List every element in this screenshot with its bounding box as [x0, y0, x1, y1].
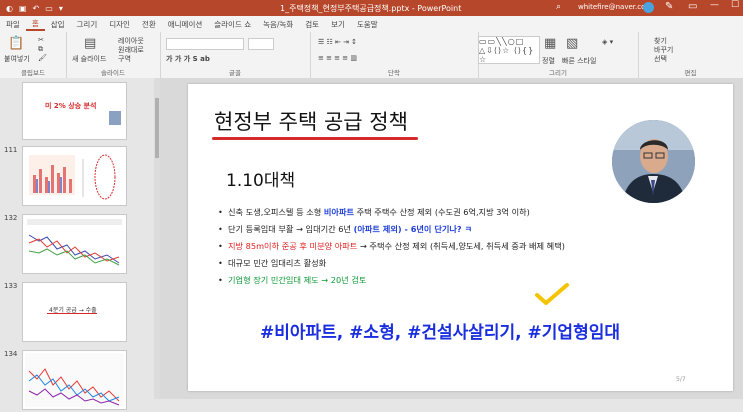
- editing-group: 찾기 바꾸기 선택 편집: [638, 32, 743, 78]
- thumbnail-underline: [47, 313, 97, 314]
- thumbnail-chart: [29, 154, 116, 200]
- font-label: 글꼴: [229, 69, 241, 77]
- clipboard-group: 📋 붙여넣기 ✂ ⧉ 🖌 클립보드: [0, 32, 67, 78]
- bold-icon[interactable]: 가 가 가 S ab: [166, 54, 210, 64]
- drawing-label: 그리기: [549, 69, 567, 77]
- tab-draw[interactable]: 그리기: [71, 19, 104, 30]
- slide-thumbnail-pane: 미 2% 상승 분석 111 132 133 4분기 공급 → 수출 134: [0, 78, 160, 410]
- paste-icon[interactable]: 📋: [8, 36, 24, 51]
- format-painter-icon[interactable]: 🖌: [38, 54, 47, 62]
- title-bar: ◐ ▣ ↶ ▭ ▾ 1_주택정책_현정부주택공급정책.pptx - PowerP…: [0, 0, 743, 16]
- scrollbar-thumb[interactable]: [155, 98, 159, 158]
- slide-title[interactable]: 현정부 주택 공급 정책: [214, 106, 408, 136]
- slide-thumbnail[interactable]: 4분기 공급 → 수출: [22, 282, 127, 342]
- slides-group: ▤ 새 슬라이드 레이아웃 원래대로 구역 슬라이드: [66, 32, 161, 78]
- bullet-item[interactable]: • 기업형 장기 민간임대 제도 → 20년 검토: [218, 274, 366, 286]
- save-icon[interactable]: ▣: [19, 4, 27, 13]
- bullet-item[interactable]: • 지방 85m이하 준공 후 미분양 아파트 → 주택수 산정 제외 (취득세,…: [218, 240, 565, 252]
- thumbnail-chart: [25, 353, 124, 407]
- search-icon[interactable]: ⌕: [556, 2, 561, 12]
- customize-quick-access-icon[interactable]: ▾: [59, 4, 63, 13]
- tab-review[interactable]: 검토: [299, 19, 325, 30]
- slide-number: 134: [4, 350, 18, 358]
- slides-label: 슬라이드: [101, 69, 125, 77]
- minister-photo[interactable]: [612, 120, 695, 203]
- account-name[interactable]: whitefire@naver.com: [578, 3, 652, 11]
- undo-icon[interactable]: ↶: [33, 4, 40, 13]
- copy-icon[interactable]: ⧉: [38, 45, 43, 54]
- title-underline: [212, 137, 418, 140]
- ribbon-display-icon[interactable]: ▭: [688, 1, 697, 12]
- autosave-icon[interactable]: ◐: [6, 4, 13, 13]
- minimize-button[interactable]: —: [710, 0, 719, 10]
- new-slide-button[interactable]: 새 슬라이드: [72, 54, 106, 64]
- current-slide[interactable]: 현정부 주택 공급 정책 1.10대책 • 신축 도생,오피스텔 등 소형 비아파…: [188, 84, 733, 391]
- paragraph-label: 단락: [388, 69, 400, 77]
- paragraph-group: ☰ ☷ ⇤ ⇥ ↕ ≡ ≡ ≡ ≡ ▥ 단락: [310, 32, 479, 78]
- hashtags[interactable]: #비아파트, #소형, #건설사살리기, #기업형임대: [260, 318, 620, 343]
- portrait-image: [612, 120, 695, 203]
- page-number: 5/7: [676, 376, 686, 383]
- tab-design[interactable]: 디자인: [103, 19, 136, 30]
- present-icon[interactable]: ▭: [45, 4, 53, 13]
- tab-animations[interactable]: 애니메이션: [162, 19, 209, 30]
- bullet-dot: •: [218, 207, 223, 217]
- shapes-gallery[interactable]: ▭▭╲╲○□ △⇩⟨⟩☆ ⟨⟩{}☆: [478, 36, 540, 64]
- slide-thumbnail[interactable]: 미 2% 상승 분석: [22, 82, 127, 140]
- thumbnail-image: [109, 111, 121, 125]
- tab-record[interactable]: 녹음/녹화: [257, 19, 299, 30]
- tab-transitions[interactable]: 전환: [136, 19, 162, 30]
- document-title: 1_주택정책_현정부주택공급정책.pptx - PowerPoint: [280, 4, 462, 13]
- section-button[interactable]: 구역: [118, 54, 131, 64]
- quick-styles-button[interactable]: 빠른 스타일: [562, 56, 596, 66]
- arrange-button[interactable]: 정렬: [542, 56, 555, 66]
- quick-styles-icon[interactable]: ▧: [566, 36, 578, 51]
- font-name-field[interactable]: [166, 38, 244, 50]
- new-slide-icon[interactable]: ▤: [84, 36, 96, 51]
- clipboard-label: 클립보드: [21, 69, 45, 77]
- bullet-item[interactable]: • 신축 도생,오피스텔 등 소형 비아파트 주택 주택수 산정 제외 (수도권 …: [218, 206, 530, 218]
- bullet-dot: •: [218, 258, 223, 268]
- maximize-button[interactable]: ☐: [731, 0, 739, 10]
- font-size-field[interactable]: [248, 38, 274, 50]
- drawing-group: ▭▭╲╲○□ △⇩⟨⟩☆ ⟨⟩{}☆ ▦ 정렬 ▧ 빠른 스타일 ◈ ▾ 그리기: [478, 32, 639, 78]
- bullet-item[interactable]: • 단기 등록임대 부활 → 임대기간 6년 (아파트 제외) - 6년이 단기나…: [218, 223, 472, 235]
- bullet-item[interactable]: • 대규모 민간 임대리츠 활성화: [218, 257, 326, 269]
- editing-label: 편집: [684, 69, 697, 77]
- paste-button[interactable]: 붙여넣기: [4, 54, 30, 64]
- slide-number: 132: [4, 214, 18, 222]
- tab-view[interactable]: 보기: [325, 19, 351, 30]
- select-button[interactable]: 선택: [654, 54, 667, 64]
- checkmark-icon: [535, 283, 569, 305]
- bullet-dot: •: [218, 275, 223, 285]
- slide-number: 111: [4, 146, 18, 154]
- font-group: 가 가 가 S ab 글꼴: [160, 32, 311, 78]
- avatar[interactable]: [643, 2, 654, 13]
- thumbnail-chart: [27, 219, 122, 266]
- thumbnail-caption: 미 2% 상승 분석: [45, 102, 97, 110]
- slide-thumbnail[interactable]: [22, 146, 127, 206]
- ribbon: 📋 붙여넣기 ✂ ⧉ 🖌 클립보드 ▤ 새 슬라이드 레이아웃 원래대로 구역 …: [0, 32, 743, 79]
- shape-fill-icon[interactable]: ◈ ▾: [602, 38, 613, 46]
- slide-thumbnail[interactable]: [22, 350, 127, 410]
- slide-subtitle[interactable]: 1.10대책: [226, 166, 295, 191]
- align-icon[interactable]: ≡ ≡ ≡ ≡ ▥: [318, 54, 357, 62]
- pen-icon[interactable]: ✎: [665, 1, 673, 12]
- arrange-icon[interactable]: ▦: [544, 36, 556, 51]
- tab-home[interactable]: 홈: [25, 18, 45, 31]
- tab-help[interactable]: 도움말: [351, 19, 384, 30]
- cut-icon[interactable]: ✂: [38, 36, 44, 44]
- bullet-dot: •: [218, 224, 223, 234]
- bullet-dot: •: [218, 241, 223, 251]
- tab-insert[interactable]: 삽입: [45, 19, 71, 30]
- slide-thumbnail[interactable]: [22, 214, 127, 274]
- slide-number: 133: [4, 282, 18, 290]
- bullets-icon[interactable]: ☰ ☷ ⇤ ⇥ ↕: [318, 38, 357, 46]
- tab-file[interactable]: 파일: [0, 19, 26, 30]
- tab-slideshow[interactable]: 슬라이드 쇼: [208, 19, 257, 30]
- menu-bar: 파일 홈 삽입 그리기 디자인 전환 애니메이션 슬라이드 쇼 녹음/녹화 검토…: [0, 16, 743, 32]
